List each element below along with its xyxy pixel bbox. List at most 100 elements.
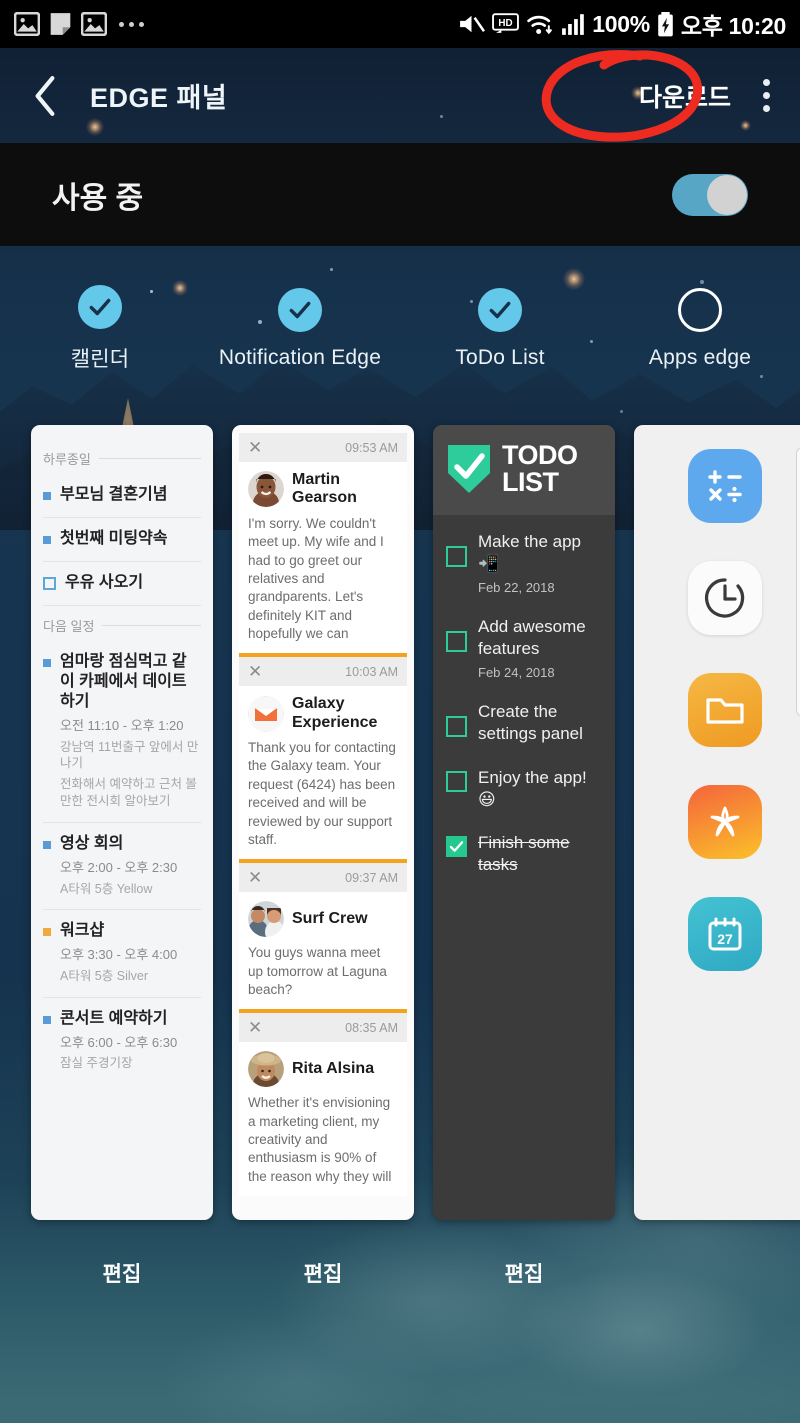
notification-sender: Martin Gearson xyxy=(292,471,357,507)
event-time: 오후 6:00 - 오후 6:30 xyxy=(60,1034,178,1050)
calendar-icon[interactable]: 27 xyxy=(688,897,762,971)
check-circle-icon xyxy=(478,287,522,332)
check-circle-icon xyxy=(278,287,322,332)
calendar-task-row[interactable]: 우유 사오기 xyxy=(43,562,201,606)
event-title: 부모님 결혼기념 xyxy=(60,486,168,503)
calculator-icon[interactable] xyxy=(688,449,762,523)
notification-text: Whether it's envisioning a marketing cli… xyxy=(248,1095,392,1184)
back-button[interactable] xyxy=(22,73,68,119)
gallery-flower-icon[interactable] xyxy=(688,785,762,859)
note-icon xyxy=(50,13,71,35)
event-time: 오후 2:00 - 오후 2:30 xyxy=(60,860,178,876)
tab-label: Notification Edge xyxy=(218,345,382,369)
edit-calendar-button[interactable]: 편집 xyxy=(31,1243,213,1303)
calendar-section-header: 다음 일정 xyxy=(43,616,201,635)
event-bullet-icon xyxy=(43,1015,51,1024)
todo-row[interactable]: Add awesome features Feb 24, 2018 xyxy=(446,616,602,680)
back-chevron-icon xyxy=(35,75,55,116)
sidebar-item-todo-list[interactable]: ToDo List xyxy=(400,246,600,411)
calendar-event-row[interactable]: 부모님 결혼기념 xyxy=(43,474,201,518)
close-x-icon[interactable]: ✕ xyxy=(248,439,262,456)
download-button[interactable]: 다운로드 xyxy=(639,78,731,114)
page-title: EDGE 패널 xyxy=(90,83,228,113)
notification-header: ✕ 08:35 AM xyxy=(239,1013,407,1043)
todo-checkbox-checked-icon[interactable] xyxy=(446,835,467,857)
apps-scrollbar[interactable] xyxy=(796,447,800,717)
empty-circle-icon xyxy=(678,287,722,332)
phone-screen: HD 100% 오후 10:20 EDGE 패널 다운로드 사용 중 캘린더 N… xyxy=(0,0,800,1423)
notification-text: You guys wanna meet up tomorrow at Lagun… xyxy=(248,945,387,997)
calendar-event-row[interactable]: 첫번째 미팅약속 xyxy=(43,518,201,562)
event-title: 콘서트 예약하기 xyxy=(60,1009,168,1027)
calendar-section-header: 하루종일 xyxy=(43,449,201,468)
notification-header: ✕ 09:53 AM xyxy=(239,433,407,462)
notification-body: Rita Alsina Whether it's envisioning a m… xyxy=(239,1042,407,1197)
todo-row[interactable]: Enjoy the app! 😃 xyxy=(446,767,602,811)
sidebar-item-notification-edge[interactable]: Notification Edge xyxy=(200,246,400,411)
tab-label: 캘린더 xyxy=(70,347,130,371)
todo-text: Make the app 📲 xyxy=(478,532,582,574)
status-bar-left-icons xyxy=(14,12,144,36)
close-x-icon[interactable]: ✕ xyxy=(248,869,262,886)
todo-checkbox-icon[interactable] xyxy=(446,631,467,653)
event-time: 오후 3:30 - 오후 4:00 xyxy=(60,947,178,963)
apps-edge-panel-preview[interactable]: 27 xyxy=(634,425,800,1220)
more-dots-icon xyxy=(119,21,144,27)
task-checkbox-icon[interactable] xyxy=(43,577,56,590)
task-title: 우유 사오기 xyxy=(65,574,144,591)
todo-list-panel-preview[interactable]: TODO LIST Make the app 📲 Feb 22, 2018 Ad… xyxy=(433,425,615,1220)
todo-row[interactable]: Create the settings panel xyxy=(446,701,602,745)
todo-checkbox-icon[interactable] xyxy=(446,546,467,567)
todo-text: Enjoy the app! 😃 xyxy=(478,767,587,809)
todo-row[interactable]: Make the app 📲 Feb 22, 2018 xyxy=(446,531,602,595)
clock-label: 오후 10:20 xyxy=(680,13,786,39)
todo-text: Create the settings panel xyxy=(478,702,583,744)
svg-text:27: 27 xyxy=(717,931,733,947)
notification-card[interactable]: ✕ 09:37 AM Surf Crew You guys wanna meet… xyxy=(239,863,407,1014)
sidebar-item-calendar[interactable]: 캘린더 xyxy=(0,246,200,411)
toggle-knob xyxy=(707,174,747,215)
notification-sender: Rita Alsina xyxy=(292,1060,375,1078)
todo-row[interactable]: Finish some tasks xyxy=(446,832,602,876)
kebab-menu-icon[interactable] xyxy=(755,73,778,118)
edit-notification-button[interactable]: 편집 xyxy=(232,1243,414,1303)
edge-panels-toggle[interactable] xyxy=(672,173,748,216)
notification-card[interactable]: ✕ 08:35 AM Rita Alsina Whether it's envi… xyxy=(239,1013,407,1197)
calendar-event-row[interactable]: 콘서트 예약하기 오후 6:00 - 오후 6:30 잠실 주경기장 xyxy=(43,998,201,1084)
event-bullet-icon xyxy=(43,492,51,500)
todo-checkbox-icon[interactable] xyxy=(446,716,467,738)
wifi-icon xyxy=(527,15,553,35)
calendar-event-row[interactable]: 엄마랑 점심먹고 같이 카페에서 데이트 하기 오전 11:10 - 오후 1:… xyxy=(43,641,201,824)
clock-icon[interactable] xyxy=(688,561,762,635)
close-x-icon[interactable]: ✕ xyxy=(248,1019,262,1036)
notification-card[interactable]: ✕ 09:53 AM Martin Gearson I'm sorry. We … xyxy=(239,433,407,658)
event-note: A타워 5층 Silver xyxy=(60,969,148,984)
event-note: A타워 5층 Yellow xyxy=(60,881,153,896)
edit-todo-button[interactable]: 편집 xyxy=(433,1243,615,1303)
avatar xyxy=(248,471,284,508)
battery-charging-icon xyxy=(658,11,673,36)
close-x-icon[interactable]: ✕ xyxy=(248,663,262,680)
notification-card[interactable]: ✕ 10:03 AM Galaxy Experience Thank you f… xyxy=(239,657,407,864)
event-time: 오전 11:10 - 오후 1:20 xyxy=(60,718,184,733)
battery-percent-label: 100% xyxy=(592,10,650,37)
calendar-event-row[interactable]: 워크샵 오후 3:30 - 오후 4:00 A타워 5층 Silver xyxy=(43,910,201,998)
todo-items: Make the app 📲 Feb 22, 2018 Add awesome … xyxy=(433,515,615,876)
event-note: 강남역 11번출구 앞에서 만나기 xyxy=(60,739,199,771)
calendar-panel-preview[interactable]: 하루종일 부모님 결혼기념 첫번째 미팅약속 우유 사오기 다음 일정 엄마랑 … xyxy=(31,425,213,1220)
notification-edge-panel-preview[interactable]: ✕ 09:53 AM Martin Gearson I'm sorry. We … xyxy=(232,425,414,1220)
event-title: 첫번째 미팅약속 xyxy=(60,530,168,547)
todo-brand-line2: LIST xyxy=(502,467,559,497)
app-header: EDGE 패널 다운로드 xyxy=(0,48,800,143)
todo-date: Feb 24, 2018 xyxy=(478,665,555,681)
todo-checkbox-icon[interactable] xyxy=(446,770,467,792)
files-folder-icon[interactable] xyxy=(688,673,762,747)
divider xyxy=(98,458,201,459)
calendar-event-row[interactable]: 영상 회의 오후 2:00 - 오후 2:30 A타워 5층 Yellow xyxy=(43,823,201,911)
panel-preview-row: 하루종일 부모님 결혼기념 첫번째 미팅약속 우유 사오기 다음 일정 엄마랑 … xyxy=(0,425,800,1243)
todo-text: Finish some tasks xyxy=(478,832,570,874)
sidebar-item-apps-edge[interactable]: Apps edge xyxy=(600,246,800,411)
todo-text: Add awesome features xyxy=(478,617,586,659)
notification-body: Martin Gearson I'm sorry. We couldn't me… xyxy=(239,462,407,654)
signal-bars-icon xyxy=(562,14,585,35)
